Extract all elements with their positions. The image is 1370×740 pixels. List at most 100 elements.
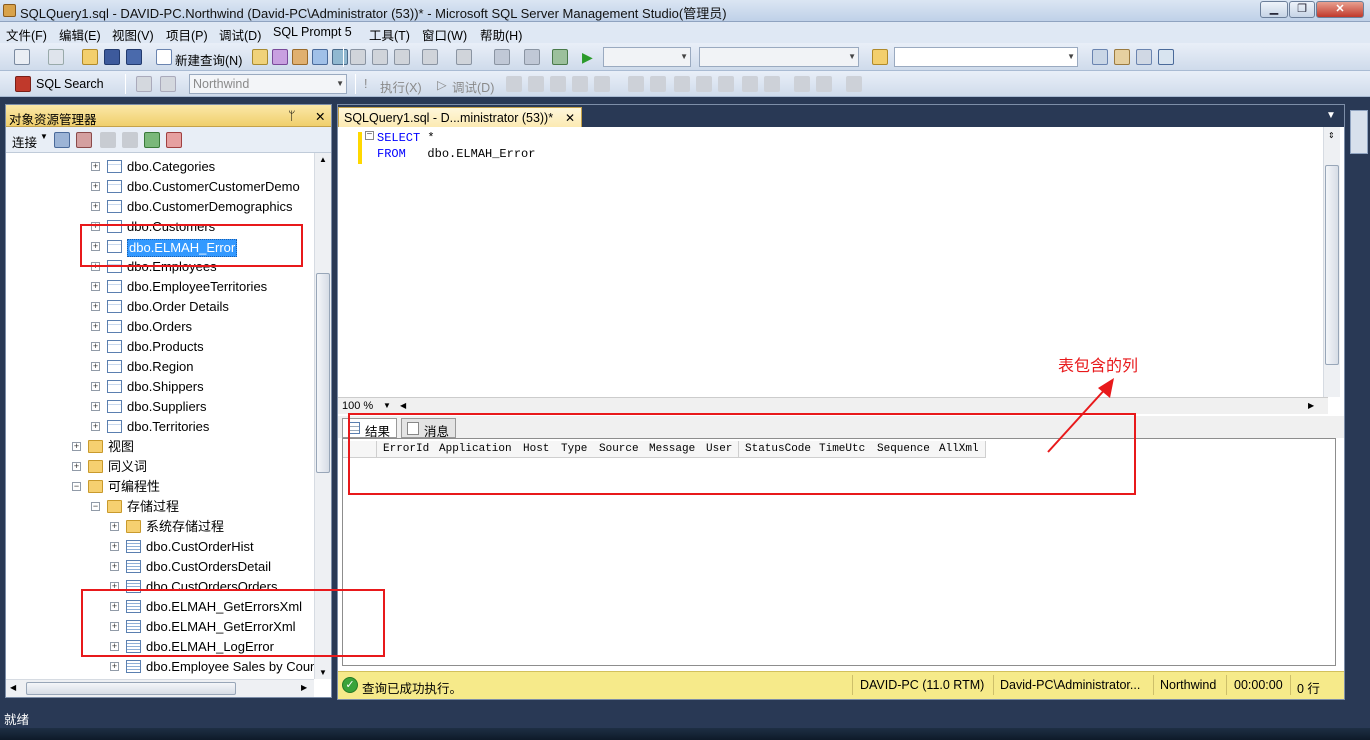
registered-servers-icon[interactable]: [1092, 49, 1108, 65]
start-debugging-icon[interactable]: ▶: [582, 49, 598, 65]
results-to-text-icon[interactable]: [674, 76, 690, 92]
expand-node-icon[interactable]: +: [91, 182, 100, 191]
tab-list-chevron-icon[interactable]: ▼: [1326, 110, 1336, 121]
tree-node[interactable]: + dbo.EmployeeTerritories: [6, 277, 314, 297]
paste-icon[interactable]: [394, 49, 410, 65]
column-header[interactable]: Host: [517, 441, 557, 458]
activity-monitor-icon[interactable]: [166, 132, 182, 148]
close-panel-icon[interactable]: ✕: [315, 109, 325, 124]
find-in-files-icon[interactable]: [872, 49, 888, 65]
navigate-backward-icon[interactable]: [494, 49, 510, 65]
scroll-up-icon[interactable]: ▲: [319, 155, 327, 164]
tree-node[interactable]: + dbo.Customers: [6, 217, 314, 237]
tree-node[interactable]: + dbo.CustomerDemographics: [6, 197, 314, 217]
sql-editor[interactable]: − SELECT * FROM dbo.ELMAH_Error: [338, 127, 1328, 397]
column-header[interactable]: AllXml: [933, 441, 986, 458]
copy-icon[interactable]: [372, 49, 388, 65]
undo-icon[interactable]: [422, 49, 438, 65]
tab-messages[interactable]: 消息: [401, 418, 457, 439]
expand-node-icon[interactable]: +: [110, 522, 119, 531]
decrease-indent-icon[interactable]: [794, 76, 810, 92]
db-engine-query-icon[interactable]: [252, 49, 268, 65]
column-header[interactable]: ErrorId: [377, 441, 437, 458]
display-plan-icon[interactable]: [550, 76, 566, 92]
close-window-button[interactable]: ✕: [1316, 1, 1364, 18]
activity-monitor-icon[interactable]: [552, 49, 568, 65]
expand-node-icon[interactable]: +: [91, 402, 100, 411]
mdx-query-icon[interactable]: [272, 49, 288, 65]
uncomment-icon[interactable]: [764, 76, 780, 92]
collapse-icon[interactable]: −: [365, 131, 374, 141]
toolbox-icon[interactable]: [1136, 49, 1152, 65]
results-to-file-icon[interactable]: [718, 76, 734, 92]
results-to-grid-icon[interactable]: [696, 76, 712, 92]
open-file-icon[interactable]: [82, 49, 98, 65]
expand-node-icon[interactable]: +: [72, 442, 81, 451]
expand-node-icon[interactable]: +: [91, 362, 100, 371]
connect-chevron-down-icon[interactable]: ▼: [40, 132, 48, 141]
navigate-forward-icon[interactable]: [524, 49, 540, 65]
collapse-node-icon[interactable]: −: [91, 502, 100, 511]
expand-node-icon[interactable]: +: [110, 582, 119, 591]
column-header[interactable]: Sequence: [871, 441, 937, 458]
expand-node-icon[interactable]: +: [91, 342, 100, 351]
tree-node[interactable]: + dbo.Orders: [6, 317, 314, 337]
properties-icon[interactable]: [1114, 49, 1130, 65]
tree-node[interactable]: + 系统存储过程: [6, 517, 314, 537]
debug-button[interactable]: 调试(D): [452, 77, 494, 96]
editor-scroll-thumb[interactable]: [1325, 165, 1339, 365]
column-header[interactable]: Type: [555, 441, 595, 458]
scroll-right-icon[interactable]: ▶: [301, 683, 307, 692]
expand-node-icon[interactable]: +: [110, 622, 119, 631]
menu-view[interactable]: 视图(V): [112, 25, 154, 44]
split-icon[interactable]: ⇕: [1328, 131, 1335, 140]
solution-config-dropdown[interactable]: ▼: [603, 47, 691, 67]
tree-horizontal-scrollbar[interactable]: ◀ ▶: [6, 679, 314, 697]
sqlce-query-icon[interactable]: [332, 49, 348, 65]
window-layout-icon[interactable]: [1158, 49, 1174, 65]
filter-icon[interactable]: [122, 132, 138, 148]
cut-icon[interactable]: [350, 49, 366, 65]
tree-node[interactable]: + dbo.Shippers: [6, 377, 314, 397]
tree-node[interactable]: + dbo.Employee Sales by Country: [6, 657, 314, 677]
tree-node[interactable]: + dbo.ELMAH_LogError: [6, 637, 314, 657]
sql-search-button[interactable]: SQL Search: [36, 77, 104, 91]
scroll-left-icon[interactable]: ◀: [400, 401, 406, 410]
expand-node-icon[interactable]: +: [91, 242, 100, 251]
expand-node-icon[interactable]: +: [110, 662, 119, 671]
find-combo[interactable]: ▼: [894, 47, 1078, 67]
tree-node[interactable]: + dbo.CustOrdersOrders: [6, 577, 314, 597]
connect-dropdown[interactable]: 连接: [12, 132, 37, 151]
expand-node-icon[interactable]: +: [110, 642, 119, 651]
save-all-icon[interactable]: [126, 49, 142, 65]
menu-debug[interactable]: 调试(D): [219, 25, 261, 44]
tab-results[interactable]: 结果: [342, 418, 398, 439]
comment-out-icon[interactable]: [742, 76, 758, 92]
minimize-button[interactable]: ▁: [1260, 1, 1288, 18]
tree-node[interactable]: + dbo.Employees: [6, 257, 314, 277]
tree-node[interactable]: − 可编程性: [6, 477, 314, 497]
parse-icon[interactable]: [528, 76, 544, 92]
maximize-button[interactable]: ❐: [1289, 1, 1315, 18]
expand-node-icon[interactable]: +: [91, 202, 100, 211]
specify-template-icon[interactable]: [846, 76, 862, 92]
menu-sql-prompt[interactable]: SQL Prompt 5: [273, 25, 352, 39]
scroll-left-icon[interactable]: ◀: [10, 683, 16, 692]
connect-object-explorer-icon[interactable]: [54, 132, 70, 148]
tree-node[interactable]: + dbo.ELMAH_Error: [6, 237, 314, 257]
new-project-icon[interactable]: [14, 49, 30, 65]
tree-horizontal-scroll-thumb[interactable]: [26, 682, 236, 695]
xmla-query-icon[interactable]: [312, 49, 328, 65]
expand-node-icon[interactable]: +: [110, 602, 119, 611]
menu-edit[interactable]: 编辑(E): [59, 25, 101, 44]
tab-sqlquery1[interactable]: SQLQuery1.sql - D...ministrator (53))* ✕: [338, 107, 582, 128]
expand-node-icon[interactable]: +: [91, 302, 100, 311]
collapse-node-icon[interactable]: −: [72, 482, 81, 491]
expand-node-icon[interactable]: +: [110, 542, 119, 551]
include-plan-icon[interactable]: [628, 76, 644, 92]
tree-node[interactable]: + dbo.Products: [6, 337, 314, 357]
column-header[interactable]: Source: [593, 441, 646, 458]
tree-node[interactable]: + dbo.Order Details: [6, 297, 314, 317]
menu-file[interactable]: 文件(F): [6, 25, 47, 44]
close-tab-icon[interactable]: ✕: [565, 111, 575, 125]
